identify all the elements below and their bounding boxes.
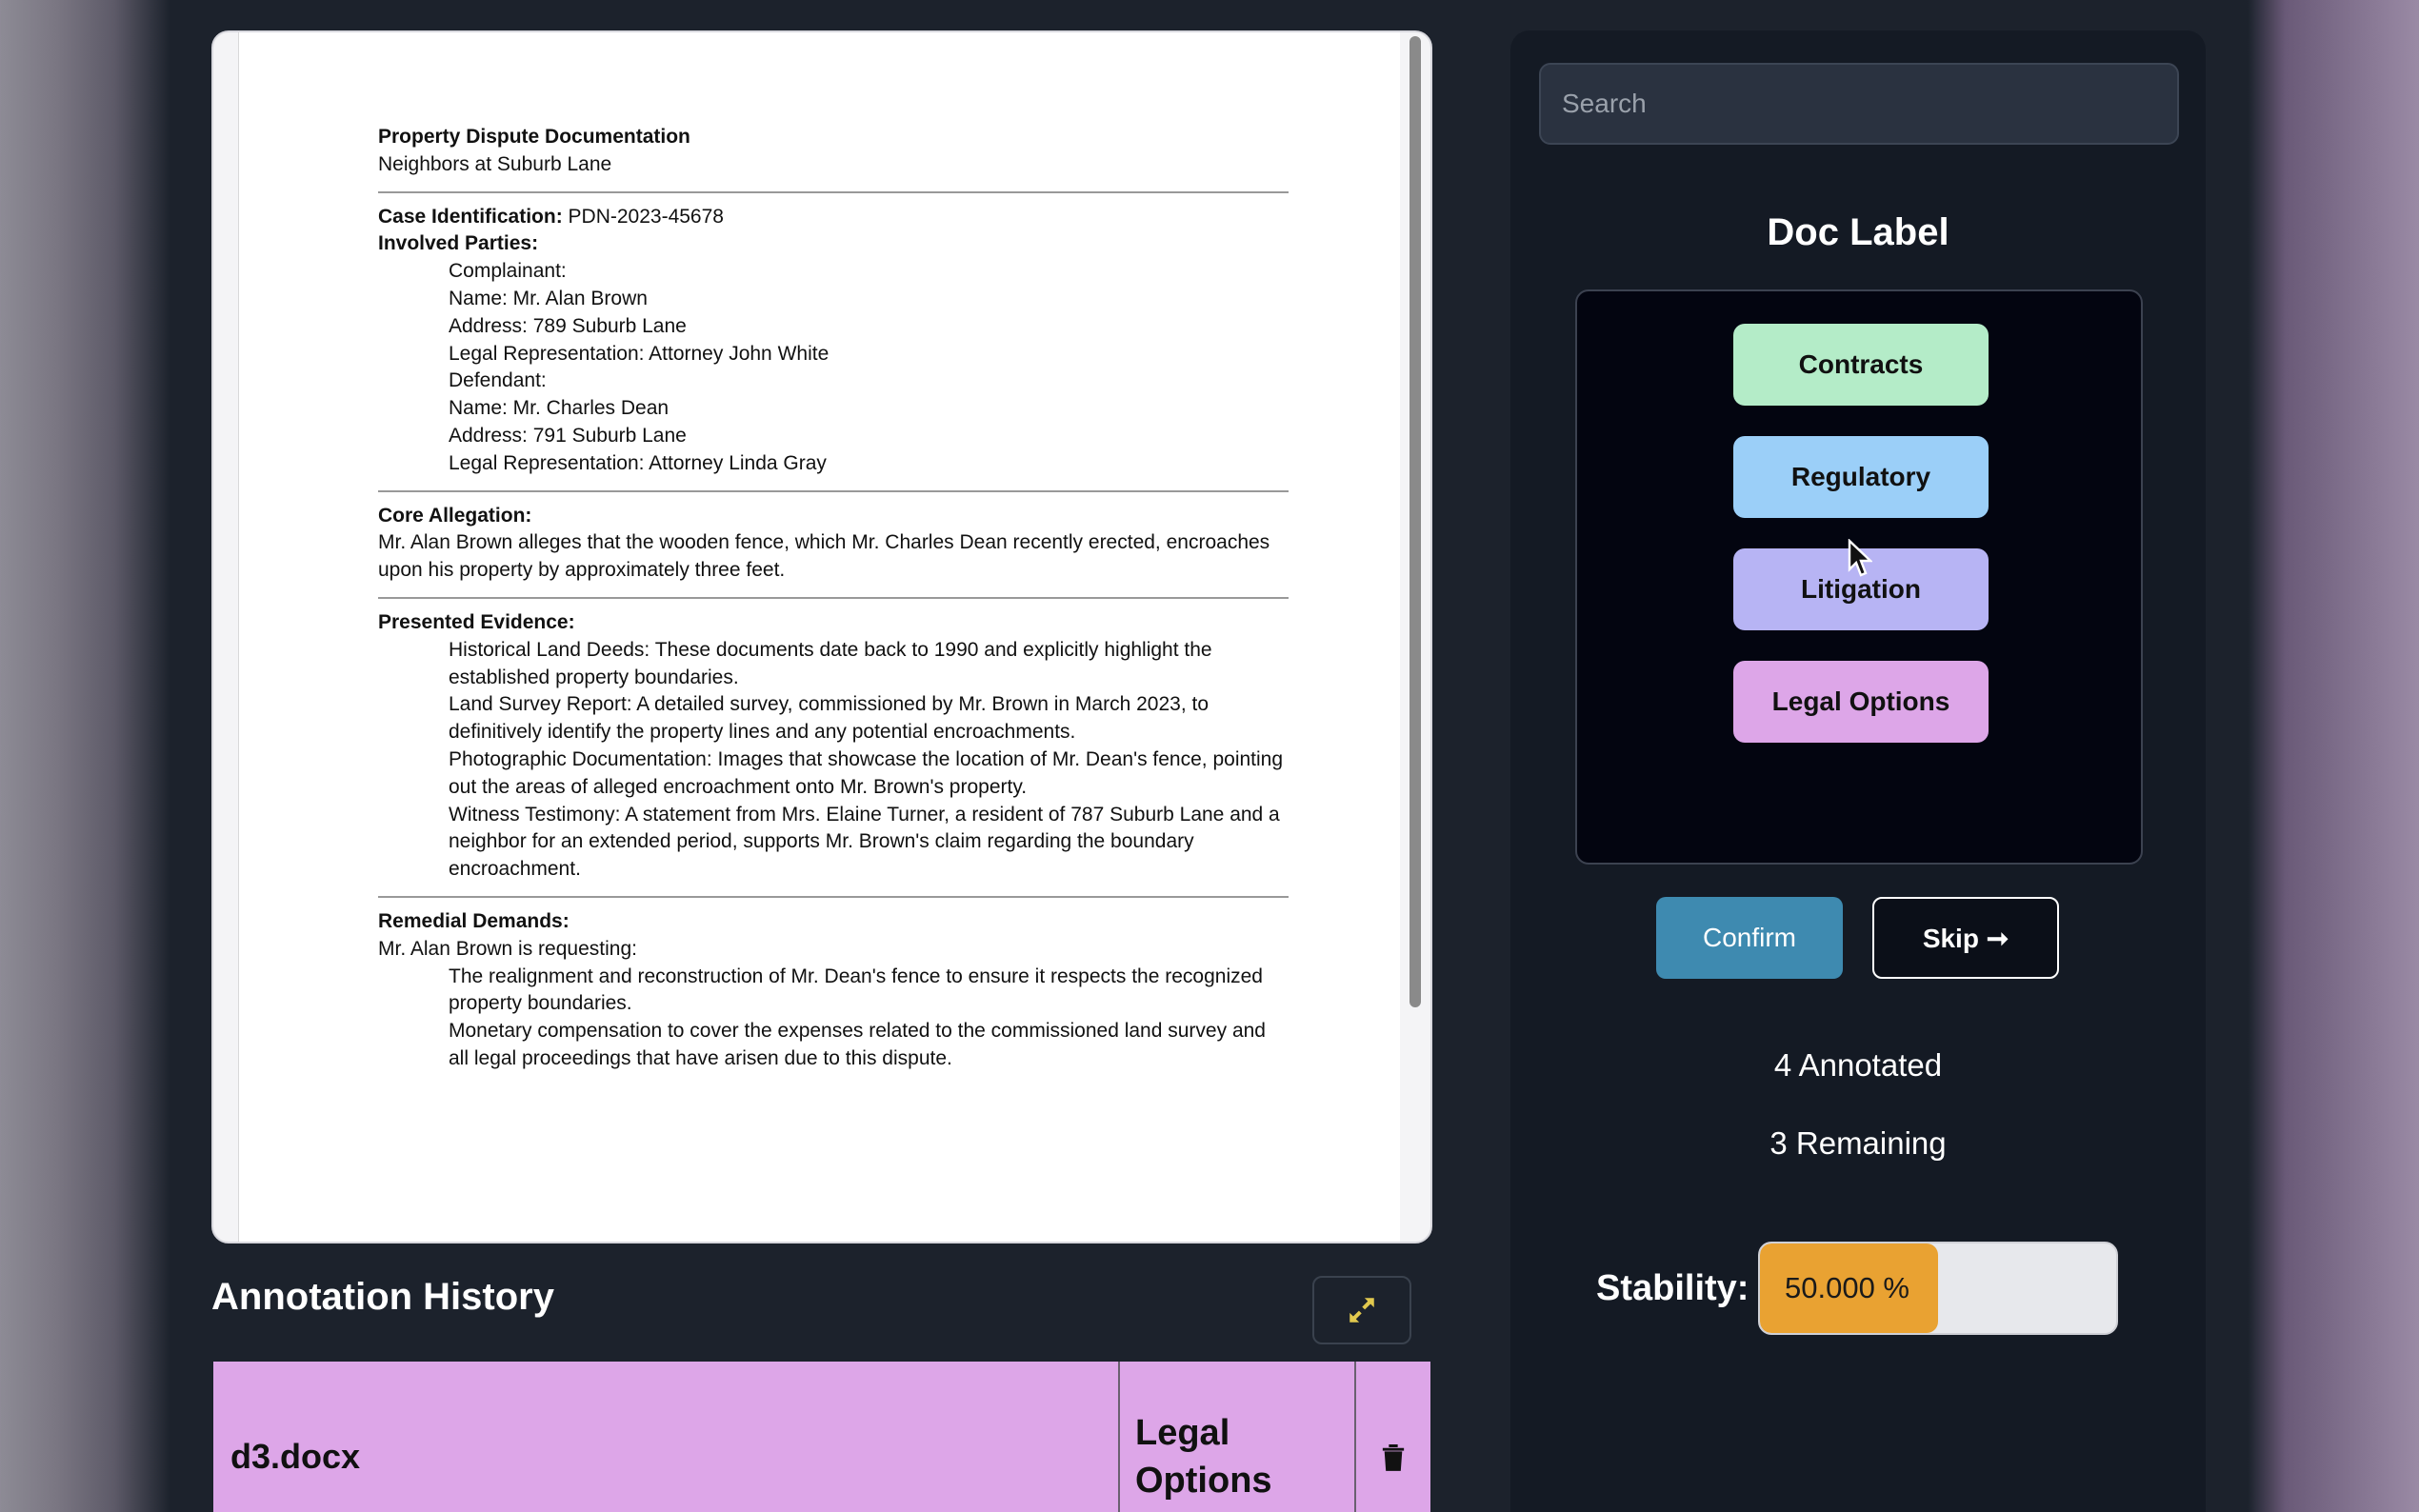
document-content: Property Dispute Documentation Neighbors… — [378, 124, 1289, 1073]
label-regulatory-button[interactable]: Regulatory — [1733, 436, 1989, 518]
search-input[interactable] — [1539, 63, 2179, 145]
party-line: Name: Mr. Alan Brown — [449, 287, 648, 309]
parties-heading: Involved Parties: — [378, 232, 539, 255]
evidence-item: Land Survey Report: A detailed survey, c… — [449, 693, 1209, 744]
label-options-box: Contracts Regulatory Litigation Legal Op… — [1575, 289, 2143, 865]
case-value: PDN-2023-45678 — [562, 205, 724, 228]
label-contracts-button[interactable]: Contracts — [1733, 324, 1989, 406]
party-line: Complainant: — [449, 260, 567, 283]
evidence-item: Historical Land Deeds: These documents d… — [449, 638, 1212, 688]
skip-button[interactable]: Skip ➞ — [1872, 897, 2059, 979]
annotated-count: 4 Annotated — [1773, 1047, 1943, 1083]
mouse-cursor-icon — [1848, 539, 1872, 577]
document-scrollbar[interactable] — [1409, 36, 1421, 1007]
history-label: Legal Options — [1120, 1362, 1356, 1512]
divider — [378, 596, 1289, 599]
allegation-text: Mr. Alan Brown alleges that the wooden f… — [378, 531, 1270, 582]
divider — [378, 895, 1289, 898]
demand-item: Monetary compensation to cover the expen… — [449, 1020, 1266, 1069]
demands-heading: Remedial Demands: — [378, 909, 570, 932]
party-line: Legal Representation: Attorney John Whit… — [449, 342, 830, 365]
stability-progress-bar: 50.000 % — [1758, 1242, 2118, 1335]
evidence-heading: Presented Evidence: — [378, 610, 575, 633]
label-legal-options-button[interactable]: Legal Options — [1733, 661, 1989, 743]
demands-intro: Mr. Alan Brown is requesting: — [378, 937, 637, 960]
stability-progress-fill: 50.000 % — [1760, 1243, 1938, 1333]
doc-label-title: Doc Label — [1767, 211, 1949, 253]
party-line: Name: Mr. Charles Dean — [449, 397, 670, 420]
divider — [378, 190, 1289, 193]
document-subtitle: Neighbors at Suburb Lane — [378, 152, 612, 175]
evidence-item: Photographic Documentation: Images that … — [449, 747, 1284, 798]
party-line: Defendant: — [449, 369, 547, 392]
label-panel: Doc Label Contracts Regulatory Litigatio… — [1510, 30, 2206, 1512]
party-line: Address: 789 Suburb Lane — [449, 314, 687, 337]
history-file-name: d3.docx — [213, 1362, 1120, 1512]
demand-item: The realignment and reconstruction of Mr… — [449, 965, 1263, 1015]
party-line: Legal Representation: Attorney Linda Gra… — [449, 451, 827, 474]
expand-arrows-icon — [1349, 1298, 1374, 1323]
case-identification: Case Identification: PDN-2023-45678 — [378, 204, 1289, 231]
confirm-button[interactable]: Confirm — [1656, 897, 1843, 979]
case-label: Case Identification: — [378, 205, 563, 228]
divider — [378, 489, 1289, 492]
allegation-heading: Core Allegation: — [378, 504, 532, 527]
annotation-history-title: Annotation History — [211, 1276, 554, 1318]
table-row[interactable]: d3.docx Legal Options — [213, 1362, 1430, 1512]
party-line: Address: 791 Suburb Lane — [449, 424, 687, 447]
remaining-count: 3 Remaining — [1769, 1125, 1947, 1161]
document-viewer[interactable]: Property Dispute Documentation Neighbors… — [211, 30, 1432, 1243]
trash-icon — [1382, 1444, 1405, 1471]
expand-history-button[interactable] — [1312, 1276, 1411, 1344]
document-title: Property Dispute Documentation — [378, 126, 690, 148]
delete-row-button[interactable] — [1356, 1362, 1430, 1512]
evidence-item: Witness Testimony: A statement from Mrs.… — [449, 803, 1280, 881]
document-page: Property Dispute Documentation Neighbors… — [238, 32, 1400, 1242]
stability-label: Stability: — [1596, 1268, 1749, 1308]
